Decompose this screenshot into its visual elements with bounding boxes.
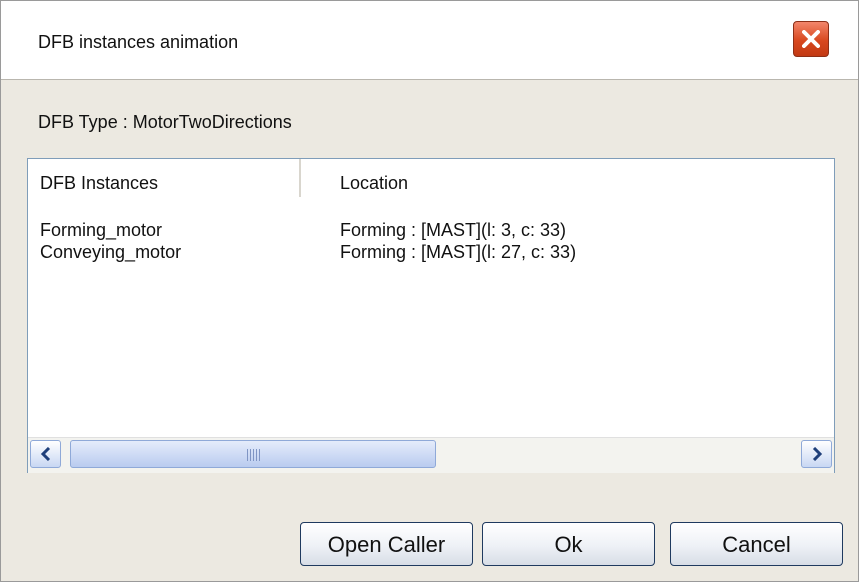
dialog-title: DFB instances animation (38, 32, 239, 52)
dfb-instances-list[interactable]: DFB Instances Location Forming_motor For… (27, 158, 835, 473)
dfb-type-label: DFB Type : MotorTwoDirections (38, 112, 292, 132)
dfb-instances-dialog: DFB instances animation DFB Type : Motor… (0, 0, 859, 582)
column-separator[interactable] (299, 159, 301, 197)
scrollbar-thumb[interactable] (70, 440, 436, 468)
ok-button[interactable]: Ok (482, 522, 655, 566)
instance-name: Forming_motor (40, 220, 163, 240)
chevron-left-icon (40, 447, 51, 461)
instance-name: Conveying_motor (40, 242, 182, 262)
open-caller-button[interactable]: Open Caller (300, 522, 473, 566)
grip-icon (247, 449, 261, 461)
horizontal-scrollbar[interactable] (28, 437, 834, 473)
cancel-button[interactable]: Cancel (670, 522, 843, 566)
chevron-right-icon (812, 447, 823, 461)
close-icon (802, 30, 820, 48)
column-header-dfb-instances[interactable]: DFB Instances (40, 173, 158, 194)
column-header-location[interactable]: Location (340, 173, 408, 194)
close-button[interactable] (793, 21, 829, 57)
instance-location: Forming : [MAST](l: 27, c: 33) (340, 242, 577, 262)
title-bar: DFB instances animation (1, 1, 858, 80)
instance-location: Forming : [MAST](l: 3, c: 33) (340, 220, 567, 240)
scroll-right-button[interactable] (801, 440, 832, 468)
scroll-left-button[interactable] (30, 440, 61, 468)
